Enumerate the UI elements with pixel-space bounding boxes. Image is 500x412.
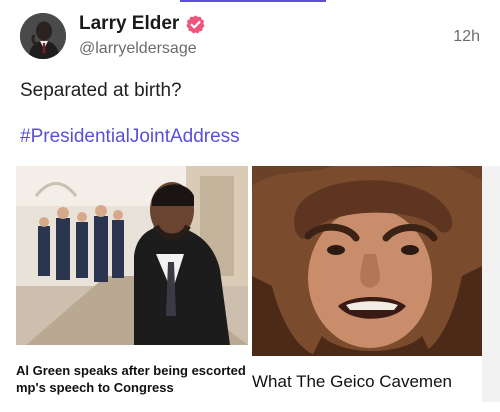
media-card-right[interactable]: What The Geico Cavemen [252,166,482,402]
media-caption-left-line2: mp's speech to Congress [16,380,174,395]
media-caption-right: What The Geico Cavemen [252,372,452,391]
author-avatar[interactable] [20,13,66,59]
hashtag-link[interactable]: #PresidentialJointAddress [20,126,240,148]
active-tab-indicator [180,0,326,2]
post-text: Separated at birth? [20,80,182,101]
author-name: Larry Elder [79,13,180,34]
media-image-right [252,166,482,356]
caveman-photo-icon [252,166,482,356]
avatar-portrait-icon [20,13,66,59]
next-media-peek [482,166,500,402]
media-caption-left: Al Green speaks after being escorted mp'… [16,362,248,396]
post-timestamp: 12h [453,28,480,45]
media-caption-left-line1: Al Green speaks after being escorted [16,363,246,378]
media-image-left [16,166,248,345]
post-card: Larry Elder @larryeldersage 12h Separate… [0,0,500,412]
hallway-photo-icon [16,166,248,345]
author-name-link[interactable]: Larry Elder [79,13,206,35]
media-card-left[interactable]: Al Green speaks after being escorted mp'… [0,166,248,402]
verified-badge-icon [186,14,205,34]
author-handle[interactable]: @larryeldersage [79,40,197,58]
